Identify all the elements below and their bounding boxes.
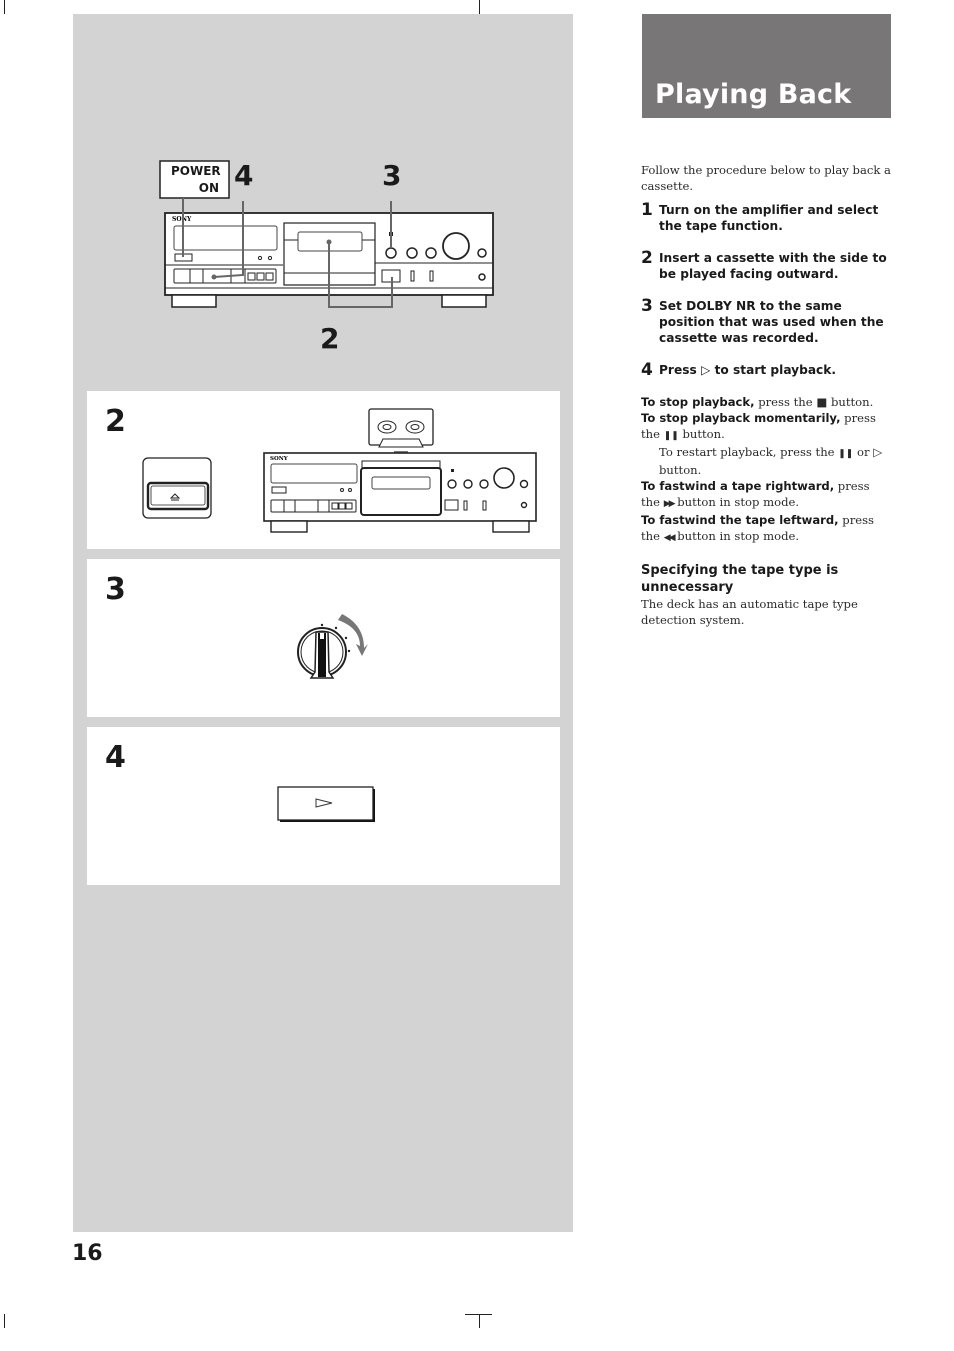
pause-icon: ❚❚ (838, 449, 854, 459)
step-text: Turn on the amplifier and select the tap… (659, 203, 879, 233)
page-title: Playing Back (655, 79, 852, 110)
step-number: 4 (641, 360, 653, 380)
panel-step-number: 4 (105, 740, 126, 775)
note-restart: To restart playback, press the ❚❚ or ▷ b… (659, 445, 883, 477)
callout-3: 3 (382, 159, 402, 192)
crop-mark (479, 0, 480, 15)
intro-text: Follow the procedure below to play back … (641, 163, 891, 193)
subheading: Specifying the tape type is unnecessary (641, 563, 839, 595)
stop-icon: ■ (816, 395, 828, 409)
section-title-banner: Playing Back (642, 14, 891, 118)
crop-mark (4, 1314, 5, 1328)
dolby-nr-knob-figure (297, 614, 368, 679)
crop-mark (479, 1315, 480, 1328)
note-fastwind-right: To fastwind a tape rightward, press the … (641, 479, 870, 509)
note-stop: To stop playback, press the ■ button. (641, 395, 874, 409)
note-fastwind-left: To fastwind the tape leftward, press the… (641, 513, 875, 543)
step-text: Insert a cassette with the side to be pl… (659, 251, 887, 281)
play-icon: ▷ (700, 363, 711, 377)
play-icon: ▷ (873, 445, 883, 459)
play-button-figure (277, 786, 375, 822)
step-3: 3 Set DOLBY NR to the same position that… (641, 298, 891, 346)
callout-2: 2 (320, 322, 340, 355)
step-text: to start playback. (710, 363, 837, 377)
note-pause: To stop playback momentarily, press the … (641, 411, 876, 441)
panel-step-number: 2 (105, 404, 126, 439)
callout-4: 4 (234, 159, 254, 192)
svg-text:SONY: SONY (270, 456, 288, 462)
notes: To stop playback, press the ■ button. To… (641, 394, 891, 546)
step-text: Set DOLBY NR to the same position that w… (659, 299, 884, 345)
step-number: 3 (641, 296, 653, 316)
eject-button-figure (142, 457, 212, 519)
rewind-icon: ◀◀ (663, 533, 676, 543)
crop-mark (4, 0, 5, 14)
step-1: 1 Turn on the amplifier and select the t… (641, 202, 891, 234)
step-text: Press (659, 363, 701, 377)
step-number: 1 (641, 200, 653, 220)
subheading-text: The deck has an automatic tape type dete… (641, 597, 858, 627)
crop-mark (465, 1314, 492, 1315)
step-number: 2 (641, 248, 653, 268)
cassette-insert-figure: SONY (263, 408, 537, 533)
instructions: Follow the procedure below to play back … (641, 162, 891, 628)
page-number: 16 (72, 1241, 103, 1266)
power-label: POWER ON (171, 164, 221, 195)
step-4: 4 Press ▷ to start playback. (641, 360, 891, 380)
panel-step-number: 3 (105, 572, 126, 607)
fast-forward-icon: ▶▶ (663, 499, 676, 509)
step-2: 2 Insert a cassette with the side to be … (641, 250, 891, 282)
pause-icon: ❚❚ (663, 431, 679, 441)
